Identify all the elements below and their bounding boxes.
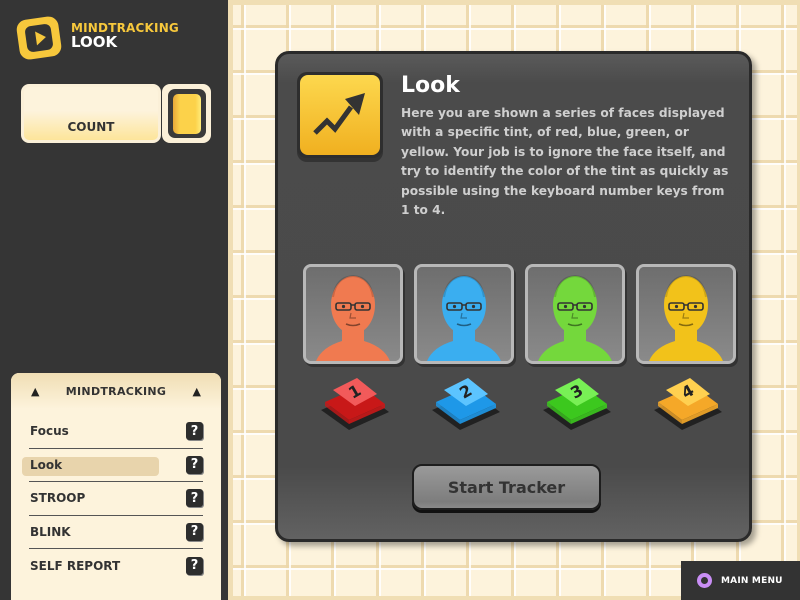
triangle-up-icon[interactable]: ▲ [193, 385, 201, 398]
nav-item-focus[interactable]: Focus ? [29, 415, 203, 449]
nav-list: Focus ? Look ? STROOP ? BLINK ? SELF REP… [11, 409, 221, 583]
help-icon[interactable]: ? [186, 489, 203, 508]
nav-header-label: MINDTRACKING [65, 384, 167, 398]
count-indicator-bar [172, 93, 201, 134]
face-examples: 1234 [303, 264, 736, 444]
face-column-green: 3 [525, 264, 625, 444]
face-column-blue: 2 [414, 264, 514, 444]
face-image-blue [414, 264, 514, 364]
nav-item-label: Look [30, 457, 63, 472]
number-key-3[interactable]: 3 [541, 372, 613, 432]
main-menu-button[interactable]: MAIN MENU [681, 561, 800, 600]
app-subtitle: LOOK [71, 33, 118, 51]
nav-item-self-report[interactable]: SELF REPORT ? [29, 549, 203, 583]
count-box: COUNT [21, 84, 161, 143]
nav-item-label: SELF REPORT [30, 558, 121, 573]
mindtracking-nav-panel: ▲ MINDTRACKING ▲ Focus ? Look ? STROOP ?… [11, 373, 221, 600]
face-image-red [303, 264, 403, 364]
nav-item-blink[interactable]: BLINK ? [29, 516, 203, 549]
nav-item-look[interactable]: Look ? [22, 449, 203, 482]
face-column-yellow: 4 [636, 264, 736, 444]
nav-item-stroop[interactable]: STROOP ? [29, 482, 203, 516]
face-column-red: 1 [303, 264, 403, 444]
main-menu-label: MAIN MENU [721, 575, 783, 586]
nav-item-label: Focus [30, 424, 69, 439]
number-key-2[interactable]: 2 [430, 372, 502, 432]
count-indicator [162, 84, 211, 143]
card-description: Here you are shown a series of faces dis… [401, 106, 729, 218]
play-icon [15, 15, 63, 61]
sidebar: MINDTRACKING LOOK COUNT ▲ MINDTRACKING ▲… [0, 0, 228, 600]
triangle-up-icon[interactable]: ▲ [31, 385, 39, 398]
ring-icon [697, 573, 712, 588]
trend-up-arrow-icon [297, 72, 383, 158]
nav-item-label: STROOP [30, 491, 86, 506]
face-image-green [525, 264, 625, 364]
count-label: COUNT [67, 120, 115, 134]
look-info-card: Look Here you are shown a series of face… [275, 51, 752, 542]
nav-item-label: BLINK [30, 524, 71, 539]
face-image-yellow [636, 264, 736, 364]
help-icon[interactable]: ? [186, 422, 203, 441]
help-icon[interactable]: ? [186, 556, 203, 575]
help-icon[interactable]: ? [186, 522, 203, 541]
number-key-4[interactable]: 4 [652, 372, 724, 432]
card-title: Look [401, 73, 460, 98]
start-tracker-button[interactable]: Start Tracker [412, 464, 601, 510]
nav-header[interactable]: ▲ MINDTRACKING ▲ [11, 373, 221, 409]
number-key-1[interactable]: 1 [319, 372, 391, 432]
help-icon[interactable]: ? [186, 455, 203, 474]
